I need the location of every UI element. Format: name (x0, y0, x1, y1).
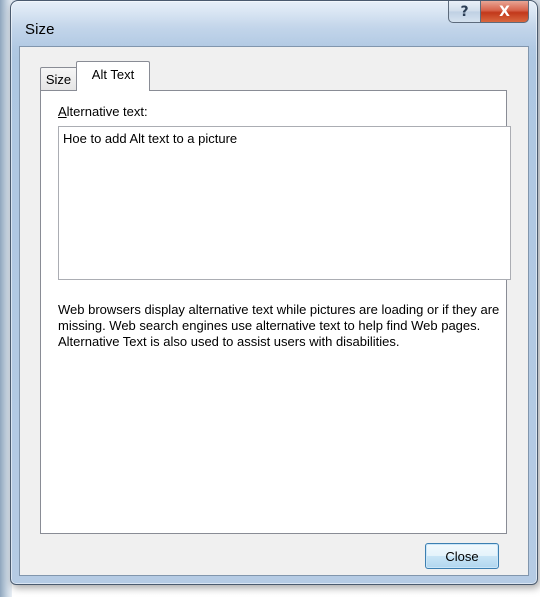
window-close-button[interactable]: X (481, 1, 529, 23)
help-icon: ? (460, 3, 469, 20)
close-button[interactable]: Close (425, 543, 499, 569)
alternative-text-label: Alternative text: (58, 104, 148, 119)
title-buttons: ? X (448, 1, 529, 25)
accelerator-key: A (58, 104, 67, 119)
tab-strip: Size Alt Text (40, 61, 150, 91)
tab-size[interactable]: Size (40, 67, 77, 91)
help-description: Web browsers display alternative text wh… (58, 302, 500, 349)
help-button[interactable]: ? (448, 1, 481, 23)
tab-alt-text[interactable]: Alt Text (76, 61, 150, 91)
close-icon: X (499, 3, 510, 20)
window-title: Size (25, 21, 55, 38)
alternative-text-input[interactable]: Hoe to add Alt text to a picture (58, 126, 511, 280)
alt-text-panel: Alternative text: Hoe to add Alt text to… (40, 90, 511, 534)
label-text: lternative text: (66, 104, 148, 119)
dialog-client-area: Size Alt Text Alternative text: Hoe to a… (19, 46, 529, 576)
